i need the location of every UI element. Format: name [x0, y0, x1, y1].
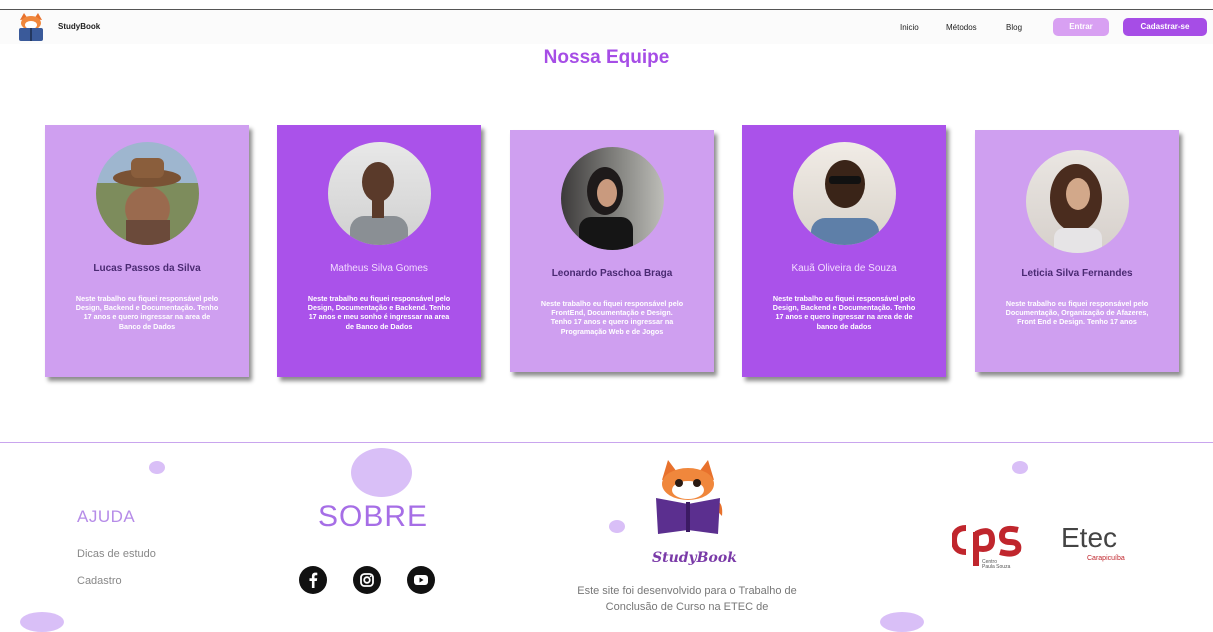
member-name: Leonardo Paschoa Braga [551, 268, 673, 279]
etec-title: Etec [1061, 522, 1118, 553]
decorative-dot [149, 461, 165, 474]
member-name: Leticia Silva Fernandes [1021, 268, 1133, 279]
decorative-dot [609, 520, 625, 533]
footer-about-title: SOBRE [318, 500, 429, 533]
member-description: Neste trabalho eu fiquei responsável pel… [307, 294, 451, 331]
nav-link-blog[interactable]: Blog [1006, 23, 1022, 32]
youtube-icon[interactable] [407, 566, 435, 594]
team-card: Leonardo Paschoa Braga Neste trabalho eu… [510, 130, 714, 372]
instagram-icon[interactable] [353, 566, 381, 594]
facebook-icon[interactable] [299, 566, 327, 594]
member-photo [561, 147, 664, 250]
signup-button[interactable]: Cadastrar-se [1123, 18, 1207, 36]
etec-subtitle: Carapicuíba [1087, 555, 1125, 562]
member-description: Neste trabalho eu fiquei responsável pel… [1005, 299, 1149, 327]
fox-logo-icon[interactable] [17, 12, 45, 42]
team-card: Matheus Silva Gomes Neste trabalho eu fi… [277, 125, 481, 377]
section-title: Nossa Equipe [543, 47, 670, 68]
nav-link-inicio[interactable]: Inicio [900, 23, 919, 32]
member-name: Lucas Passos da Silva [93, 263, 201, 274]
team-card: Lucas Passos da Silva Neste trabalho eu … [45, 125, 249, 377]
member-photo [793, 142, 896, 245]
footer-link-study-tips[interactable]: Dicas de estudo [77, 548, 156, 560]
member-description: Neste trabalho eu fiquei responsável pel… [540, 299, 684, 336]
member-photo [96, 142, 199, 245]
svg-text:Paula Souza: Paula Souza [982, 564, 1011, 570]
footer-brand: StudyBook [652, 550, 737, 566]
decorative-dot [880, 612, 924, 632]
footer-about-text: Este site foi desenvolvido para o Trabal… [577, 585, 797, 613]
cps-label: Centro Paula Souza [0, 0, 1, 1]
member-description: Neste trabalho eu fiquei responsável pel… [75, 294, 219, 331]
login-button[interactable]: Entrar [1053, 18, 1109, 36]
nav-link-metodos[interactable]: Métodos [946, 23, 977, 32]
team-card: Kauã Oliveira de Souza Neste trabalho eu… [742, 125, 946, 377]
decorative-dot [20, 612, 64, 632]
footer-link-signup[interactable]: Cadastro [77, 575, 122, 587]
member-photo [1026, 150, 1129, 253]
member-name: Kauã Oliveira de Souza [791, 263, 897, 274]
decorative-dot [1012, 461, 1028, 474]
decorative-dot [351, 448, 412, 497]
brand-name[interactable]: StudyBook [58, 22, 100, 31]
member-photo [328, 142, 431, 245]
navbar: StudyBook Inicio Métodos Blog Entrar Cad… [0, 10, 1213, 44]
team-card: Leticia Silva Fernandes Neste trabalho e… [975, 130, 1179, 372]
footer-divider [0, 442, 1213, 443]
studybook-mascot-icon [656, 460, 723, 534]
centro-paula-souza-logo: Centro Paula Souza [952, 525, 1022, 570]
member-description: Neste trabalho eu fiquei responsável pel… [772, 294, 916, 331]
footer-help-title: AJUDA [77, 507, 136, 526]
etec-logo: Etec Carapicuíba [1061, 522, 1141, 566]
member-name: Matheus Silva Gomes [330, 263, 428, 274]
